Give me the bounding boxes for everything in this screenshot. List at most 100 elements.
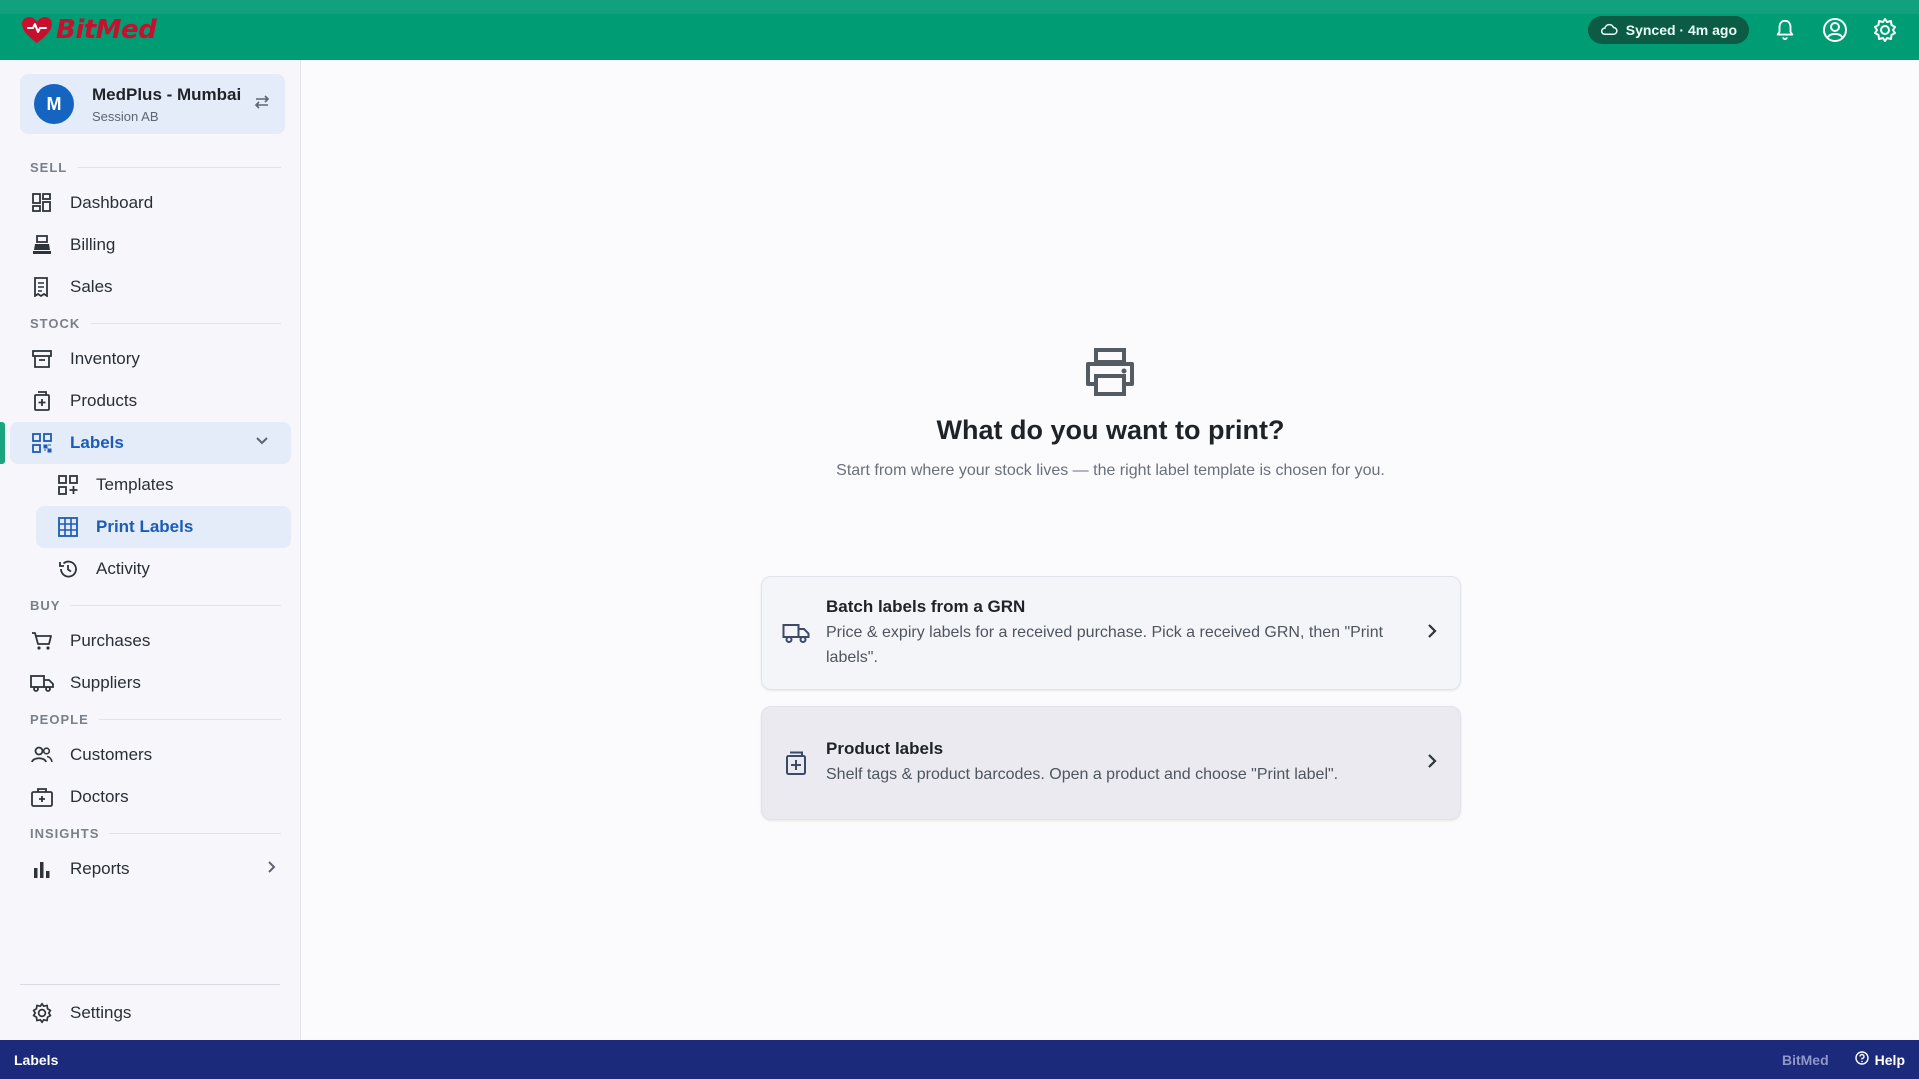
printer-icon <box>1084 348 1136 401</box>
sidebar-item-label: Customers <box>70 745 153 764</box>
section-people: PEOPLE <box>0 704 301 734</box>
bell-icon[interactable] <box>1771 16 1799 44</box>
sidebar-item-products[interactable]: Products <box>0 380 301 422</box>
cash-register-icon <box>30 233 54 257</box>
section-divider <box>109 832 281 834</box>
cart-icon <box>30 629 54 653</box>
medicine-box-icon <box>30 389 54 413</box>
medical-bag-icon <box>30 785 54 809</box>
section-divider <box>90 322 281 324</box>
sidebar-item-label: Activity <box>96 559 150 578</box>
org-switcher[interactable]: M MedPlus - Mumbai Session AB <box>20 74 285 134</box>
bar-chart-icon <box>30 857 54 881</box>
heart-logo-icon <box>20 15 54 45</box>
qr-code-icon <box>30 431 54 455</box>
status-current-page: Labels <box>14 1051 59 1068</box>
sync-status-badge[interactable]: Synced · 4m ago <box>1587 16 1749 44</box>
sidebar-item-label: Inventory <box>70 349 140 368</box>
section-divider <box>98 718 281 720</box>
status-right: BitMed Help <box>1782 1051 1905 1068</box>
sidebar-nav: SELL Dashboard Billing Sales STOCK Inven… <box>0 152 301 890</box>
medicine-box-icon <box>782 749 810 777</box>
truck-icon <box>30 671 54 695</box>
app-window: BitMed Synced · 4m ago M MedPlus - Mumba… <box>0 0 1919 1079</box>
brand-name: BitMed <box>56 15 157 45</box>
card-text: Product labels Shelf tags & product barc… <box>826 739 1424 787</box>
sidebar-item-label: Suppliers <box>70 673 141 692</box>
card-product-labels[interactable]: Product labels Shelf tags & product barc… <box>761 706 1461 820</box>
history-icon <box>56 557 80 581</box>
card-title: Product labels <box>826 739 944 758</box>
brand-logo[interactable]: BitMed <box>20 15 157 45</box>
section-divider <box>77 166 281 168</box>
org-name: MedPlus - Mumbai <box>92 84 242 104</box>
sidebar-item-dashboard[interactable]: Dashboard <box>0 182 301 224</box>
receipt-icon <box>30 275 54 299</box>
dashboard-icon <box>30 191 54 215</box>
sidebar-item-activity[interactable]: Activity <box>0 548 301 590</box>
grid-icon <box>56 515 80 539</box>
chevron-right-icon <box>1424 623 1440 644</box>
gear-icon <box>30 1001 54 1025</box>
sidebar-item-inventory[interactable]: Inventory <box>0 338 301 380</box>
org-info: MedPlus - Mumbai Session AB <box>92 85 253 124</box>
account-icon[interactable] <box>1821 16 1849 44</box>
sync-status-text: Synced · 4m ago <box>1625 22 1737 38</box>
page-title: What do you want to print? <box>936 415 1285 445</box>
card-text: Batch labels from a GRN Price & expiry l… <box>826 597 1424 670</box>
sidebar-item-customers[interactable]: Customers <box>0 734 301 776</box>
sidebar-item-label: Purchases <box>70 631 151 650</box>
org-avatar: M <box>34 84 74 124</box>
sidebar-item-label: Settings <box>70 1003 132 1022</box>
sidebar-item-suppliers[interactable]: Suppliers <box>0 662 301 704</box>
cloud-icon <box>1600 22 1618 39</box>
sidebar-item-billing[interactable]: Billing <box>0 224 301 266</box>
sidebar-item-label: Billing <box>70 235 116 254</box>
sidebar-item-reports[interactable]: Reports <box>0 848 301 890</box>
sidebar-item-doctors[interactable]: Doctors <box>0 776 301 818</box>
sidebar-item-templates[interactable]: Templates <box>0 464 301 506</box>
sidebar-item-sales[interactable]: Sales <box>0 266 301 308</box>
sidebar-item-settings[interactable]: Settings <box>20 985 280 1041</box>
sidebar-item-label: Labels <box>70 433 124 452</box>
page-subtitle: Start from where your stock lives — the … <box>836 462 1385 479</box>
sidebar-footer: Settings <box>20 984 280 1040</box>
sidebar-item-label: Doctors <box>70 787 129 806</box>
chevron-down-icon <box>255 433 269 453</box>
settings-gear-icon[interactable] <box>1871 16 1899 44</box>
card-description: Price & expiry labels for a received pur… <box>826 623 1384 666</box>
chevron-right-icon <box>265 859 279 879</box>
help-label: Help <box>1874 1051 1905 1068</box>
status-brand: BitMed <box>1781 1051 1829 1068</box>
status-bar: Labels BitMed Help <box>0 1040 1919 1079</box>
truck-icon <box>782 619 810 647</box>
card-batch-labels-grn[interactable]: Batch labels from a GRN Price & expiry l… <box>761 576 1461 690</box>
swap-arrows-icon <box>253 93 271 116</box>
section-sell: SELL <box>0 152 301 182</box>
template-grid-icon <box>56 473 80 497</box>
sidebar-item-label: Print Labels <box>96 517 194 536</box>
sidebar: M MedPlus - Mumbai Session AB SELL Dashb… <box>0 60 301 1040</box>
org-session: Session AB <box>92 108 159 124</box>
people-icon <box>30 743 54 767</box>
sidebar-item-label: Products <box>70 391 138 410</box>
sidebar-item-label: Sales <box>70 277 113 296</box>
section-buy: BUY <box>0 590 301 620</box>
sidebar-item-label: Reports <box>70 859 130 878</box>
sidebar-item-label: Dashboard <box>70 193 154 212</box>
top-bar-actions: Synced · 4m ago <box>1587 16 1899 44</box>
card-description: Shelf tags & product barcodes. Open a pr… <box>826 766 1339 783</box>
sidebar-item-labels[interactable]: Labels <box>0 422 291 464</box>
section-insights: INSIGHTS <box>0 818 301 848</box>
sidebar-item-print-labels[interactable]: Print Labels <box>36 506 291 548</box>
help-icon <box>1854 1051 1869 1068</box>
section-stock: STOCK <box>0 308 301 338</box>
card-title: Batch labels from a GRN <box>826 596 1026 616</box>
top-bar: BitMed Synced · 4m ago <box>0 0 1919 60</box>
section-divider <box>70 604 281 606</box>
chevron-right-icon <box>1424 753 1440 774</box>
sidebar-item-purchases[interactable]: Purchases <box>0 620 301 662</box>
main-content: What do you want to print? Start from wh… <box>302 60 1919 1040</box>
sidebar-item-label: Templates <box>96 475 174 494</box>
help-button[interactable]: Help <box>1854 1051 1905 1068</box>
